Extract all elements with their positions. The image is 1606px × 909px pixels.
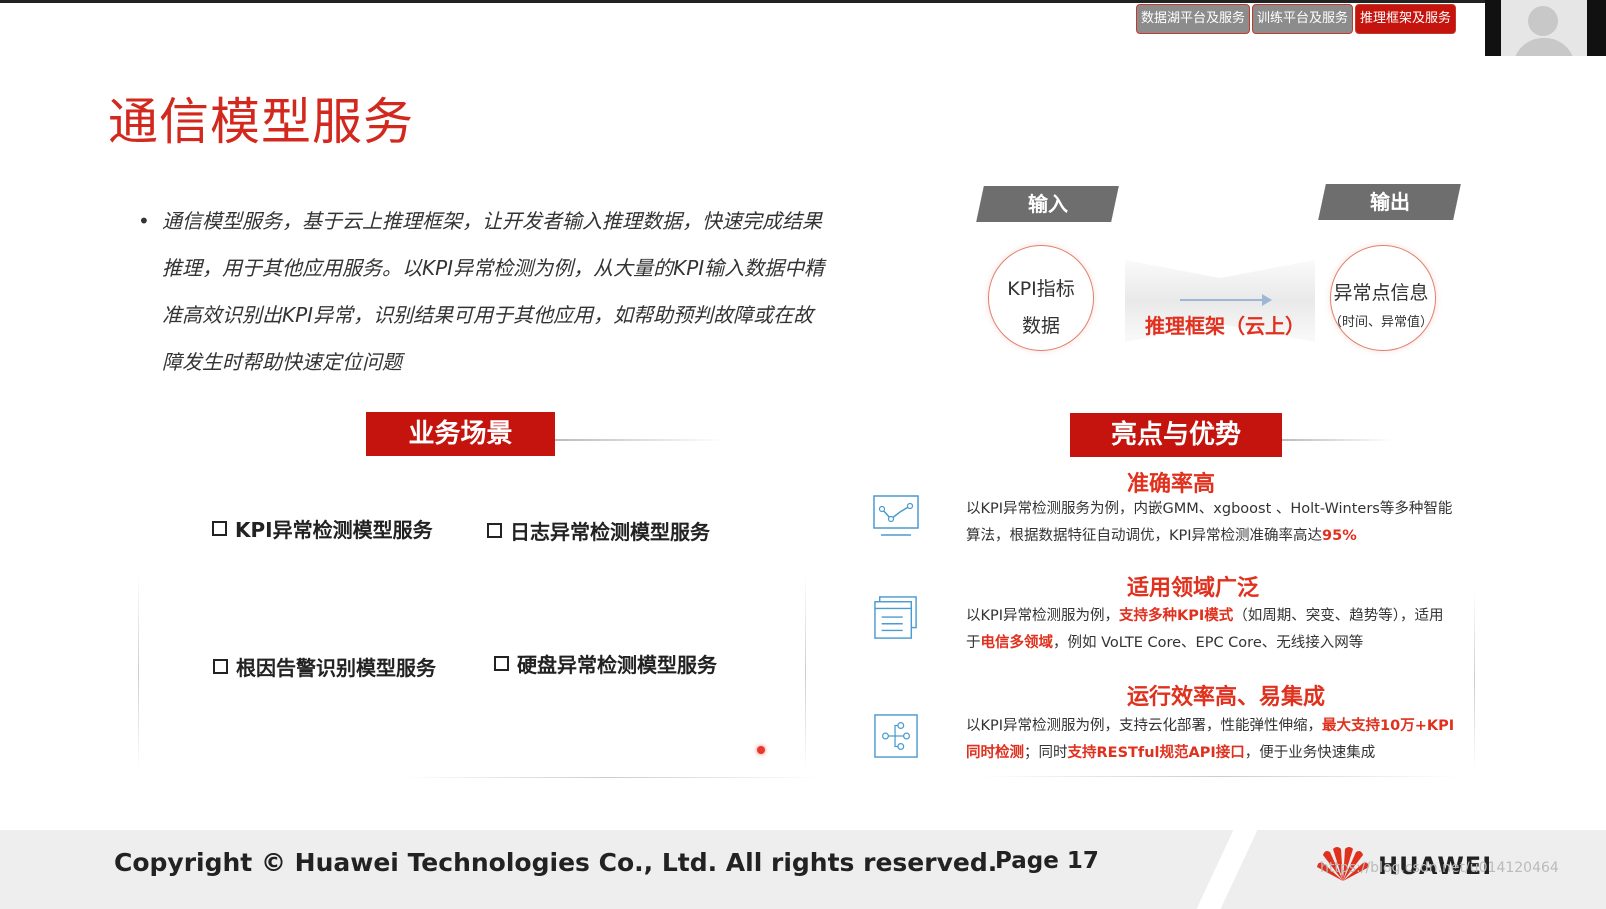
laser-pointer-icon [757, 746, 765, 754]
advantage-text: 以KPI异常检测服务为例，内嵌GMM、xgboost 、Holt-Winters… [966, 501, 1453, 544]
advantage-highlight: 支持RESTful规范API接口 [1067, 745, 1245, 761]
framework-label: 推理框架（云上） [1145, 314, 1305, 338]
intro-line: 准高效识别出KPI异常，识别结果可用于其他应用，如帮助预判故障或在故 [162, 303, 814, 327]
checkbox-square-icon [487, 523, 502, 538]
advantage-highlight: 95% [1322, 528, 1357, 544]
input-badge: 输入 [976, 186, 1119, 222]
window-top-border [0, 0, 1606, 3]
input-circle-line2: 数据 [1021, 315, 1060, 337]
document-window-icon [874, 596, 917, 639]
advantages-heading: 亮点与优势 [1070, 413, 1282, 457]
scenario-item: 根因告警识别模型服务 [213, 652, 436, 681]
scenario-label: 日志异常检测模型服务 [510, 520, 710, 544]
avatar-head-icon [1528, 6, 1558, 36]
avatar-body-icon [1513, 38, 1575, 56]
checkbox-square-icon [212, 521, 227, 536]
scenarios-heading: 业务场景 [366, 412, 555, 456]
advantage-highlight: 支持多种KPI模式 [1119, 608, 1234, 624]
input-circle-line1: KPI指标 [1007, 278, 1075, 300]
advantage-title: 适用领域广泛 [1127, 576, 1260, 601]
scenario-label: 硬盘异常检测模型服务 [517, 653, 717, 677]
bullet-dot-icon: • [138, 209, 150, 233]
input-circle: KPI指标 数据 [988, 245, 1094, 351]
arrow-right-icon [1262, 294, 1272, 306]
output-badge: 输出 [1318, 184, 1461, 220]
avatar [1501, 0, 1587, 56]
scenarios-heading-rule [555, 439, 725, 441]
watermark-url: https://blog.csdn.net/u014120464 [1320, 860, 1559, 876]
chart-line-icon [873, 495, 919, 536]
scenario-label: 根因告警识别模型服务 [236, 656, 436, 680]
advantage-text: 以KPI异常检测服为例，支持云化部署，性能弹性伸缩，最大支持10万+KPI同时检… [966, 718, 1455, 761]
scenario-label: KPI异常检测模型服务 [235, 518, 433, 542]
advantage-title: 运行效率高、易集成 [1127, 685, 1326, 710]
advantage-highlight: 电信多领域 [980, 635, 1054, 651]
nav-tab-inference[interactable]: 推理框架及服务 [1355, 4, 1457, 34]
advantage-text: 以KPI异常检测服为例，支持多种KPI模式（如周期、突变、趋势等），适用于电信多… [966, 608, 1444, 651]
checkbox-square-icon [494, 656, 509, 671]
scenario-item: 硬盘异常检测模型服务 [494, 649, 717, 678]
copyright-text: Copyright © Huawei Technologies Co., Ltd… [114, 848, 998, 877]
checkbox-square-icon [213, 659, 228, 674]
output-circle-line2: （时间、异常值） [1328, 315, 1433, 330]
advantages-frame-bottom [980, 776, 1460, 777]
nav-tab-training[interactable]: 训练平台及服务 [1252, 4, 1354, 34]
scenario-item: 日志异常检测模型服务 [487, 516, 710, 545]
intro-line: 通信模型服务，基于云上推理框架，让开发者输入推理数据，快速完成结果 [162, 209, 822, 233]
advantages-heading-rule [1282, 439, 1392, 441]
page-title: 通信模型服务 [108, 93, 414, 151]
flow-arrow-line [1180, 299, 1265, 301]
intro-bullet: • 通信模型服务，基于云上推理框架，让开发者输入推理数据，快速完成结果 推理，用… [138, 198, 828, 386]
nav-tab-data-lake[interactable]: 数据湖平台及服务 [1136, 4, 1251, 34]
advantages-frame-right [1474, 590, 1475, 770]
branch-network-icon [874, 714, 918, 758]
intro-line: 障发生时帮助快速定位问题 [162, 350, 402, 374]
output-circle-line1: 异常点信息 [1333, 282, 1429, 304]
advantage-title: 准确率高 [1127, 472, 1216, 497]
scenario-frame-bottom [400, 777, 820, 778]
scenario-item: KPI异常检测模型服务 [212, 514, 433, 543]
section-nav: 数据湖平台及服务 训练平台及服务 推理框架及服务 [1136, 4, 1458, 34]
scenario-frame-right [805, 575, 806, 770]
page-number: Page 17 [995, 848, 1099, 874]
output-circle: 异常点信息 （时间、异常值） [1328, 245, 1436, 351]
intro-line: 推理，用于其他应用服务。以KPI异常检测为例，从大量的KPI输入数据中精 [162, 256, 825, 280]
scenario-frame-left [138, 575, 139, 770]
